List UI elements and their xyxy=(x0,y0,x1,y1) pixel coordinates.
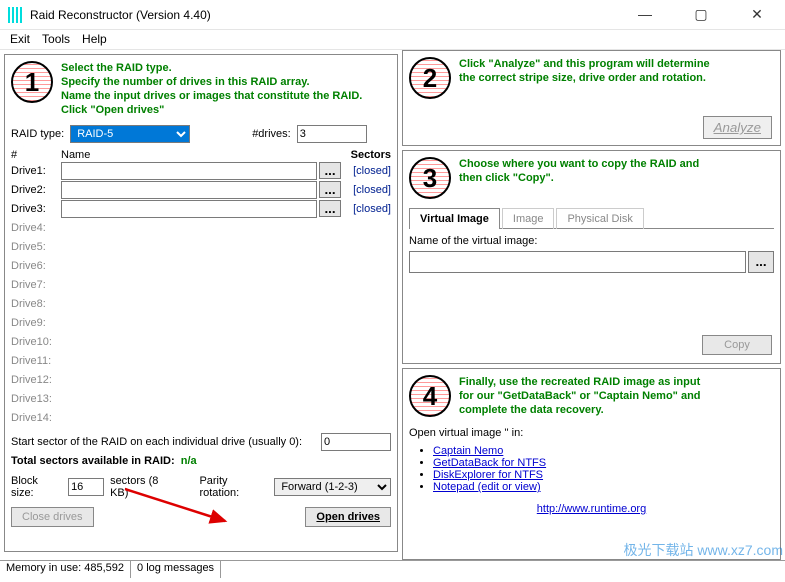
drive-row: Drive3:...[closed] xyxy=(11,199,391,218)
drive-label: Drive11: xyxy=(11,355,61,367)
step-3-badge: 3 xyxy=(409,157,451,199)
virtual-image-name-label: Name of the virtual image: xyxy=(409,235,774,247)
menu-exit[interactable]: Exit xyxy=(10,32,30,47)
drive-label: Drive6: xyxy=(11,260,61,272)
raid-type-label: RAID type: xyxy=(11,128,64,140)
start-sector-input[interactable] xyxy=(321,433,391,451)
drive-row: Drive14: xyxy=(11,408,391,427)
tab-image[interactable]: Image xyxy=(502,208,555,229)
drive-row: Drive7: xyxy=(11,275,391,294)
block-size-input[interactable] xyxy=(68,478,104,496)
drive-status: [closed] xyxy=(341,184,391,196)
drive-browse-button[interactable]: ... xyxy=(319,181,341,198)
drive-path-input[interactable] xyxy=(61,162,317,180)
status-log: 0 log messages xyxy=(131,561,221,578)
drive-row: Drive1:...[closed] xyxy=(11,161,391,180)
ndrives-label: #drives: xyxy=(252,128,291,140)
drive-label: Drive5: xyxy=(11,241,61,253)
window-title: Raid Reconstructor (Version 4.40) xyxy=(30,8,625,22)
col-sectors: Sectors xyxy=(341,149,391,161)
runtime-link[interactable]: http://www.runtime.org xyxy=(537,503,646,515)
tab-physical-disk[interactable]: Physical Disk xyxy=(556,208,643,229)
drive-row: Drive5: xyxy=(11,237,391,256)
col-name: Name xyxy=(61,149,341,161)
drive-label: Drive8: xyxy=(11,298,61,310)
drive-row: Drive13: xyxy=(11,389,391,408)
step-2-text: Click "Analyze" and this program will de… xyxy=(459,57,710,85)
ndrives-input[interactable] xyxy=(297,125,367,143)
drive-label: Drive7: xyxy=(11,279,61,291)
drive-row: Drive4: xyxy=(11,218,391,237)
drive-browse-button[interactable]: ... xyxy=(319,162,341,179)
close-drives-button[interactable]: Close drives xyxy=(11,507,94,527)
maximize-button[interactable]: ▢ xyxy=(681,6,721,23)
drive-row: Drive12: xyxy=(11,370,391,389)
drive-row: Drive10: xyxy=(11,332,391,351)
analyze-button[interactable]: Analyze xyxy=(703,116,772,139)
total-sectors-value: n/a xyxy=(181,455,197,467)
col-num: # xyxy=(11,149,61,161)
virtual-image-name-input[interactable] xyxy=(409,251,746,273)
open-drives-button[interactable]: Open drives xyxy=(305,507,391,527)
menu-tools[interactable]: Tools xyxy=(42,32,70,47)
parity-label: Parity rotation: xyxy=(199,475,268,499)
step-1-text: Select the RAID type. Specify the number… xyxy=(61,61,362,117)
recovery-tool-link[interactable]: Captain Nemo xyxy=(433,445,503,457)
drive-row: Drive8: xyxy=(11,294,391,313)
drive-status: [closed] xyxy=(341,165,391,177)
drive-path-input[interactable] xyxy=(61,200,317,218)
copy-button[interactable]: Copy xyxy=(702,335,772,355)
drive-label: Drive2: xyxy=(11,184,61,196)
drive-label: Drive3: xyxy=(11,203,61,215)
drive-label: Drive14: xyxy=(11,412,61,424)
drive-path-input[interactable] xyxy=(61,181,317,199)
drive-label: Drive9: xyxy=(11,317,61,329)
app-icon xyxy=(8,7,24,23)
drive-row: Drive2:...[closed] xyxy=(11,180,391,199)
status-memory: Memory in use: 485,592 xyxy=(0,561,131,578)
drive-label: Drive12: xyxy=(11,374,61,386)
drive-label: Drive4: xyxy=(11,222,61,234)
step-2-badge: 2 xyxy=(409,57,451,99)
close-button[interactable]: ✕ xyxy=(737,6,777,23)
minimize-button[interactable]: — xyxy=(625,6,665,23)
menu-help[interactable]: Help xyxy=(82,32,107,47)
step-3-text: Choose where you want to copy the RAID a… xyxy=(459,157,699,185)
raid-type-select[interactable]: RAID-5 xyxy=(70,125,190,143)
drive-row: Drive6: xyxy=(11,256,391,275)
drive-label: Drive13: xyxy=(11,393,61,405)
drive-status: [closed] xyxy=(341,203,391,215)
block-size-label: Block size: xyxy=(11,475,62,499)
step-1-badge: 1 xyxy=(11,61,53,103)
drive-label: Drive10: xyxy=(11,336,61,348)
step-4-badge: 4 xyxy=(409,375,451,417)
step-4-text: Finally, use the recreated RAID image as… xyxy=(459,375,701,417)
drive-browse-button[interactable]: ... xyxy=(319,200,341,217)
virtual-image-browse-button[interactable]: ... xyxy=(748,251,774,273)
open-virtual-image-label: Open virtual image '' in: xyxy=(409,427,774,439)
drive-row: Drive11: xyxy=(11,351,391,370)
recovery-tool-link[interactable]: DiskExplorer for NTFS xyxy=(433,469,543,481)
drive-row: Drive9: xyxy=(11,313,391,332)
start-sector-label: Start sector of the RAID on each individ… xyxy=(11,436,302,448)
tab-virtual-image[interactable]: Virtual Image xyxy=(409,208,500,229)
total-sectors-label: Total sectors available in RAID: xyxy=(11,455,175,467)
recovery-tool-link[interactable]: GetDataBack for NTFS xyxy=(433,457,546,469)
parity-select[interactable]: Forward (1-2-3) xyxy=(274,478,391,496)
block-size-unit: sectors (8 KB) xyxy=(110,475,178,499)
recovery-tool-link[interactable]: Notepad (edit or view) xyxy=(433,481,541,493)
drive-label: Drive1: xyxy=(11,165,61,177)
